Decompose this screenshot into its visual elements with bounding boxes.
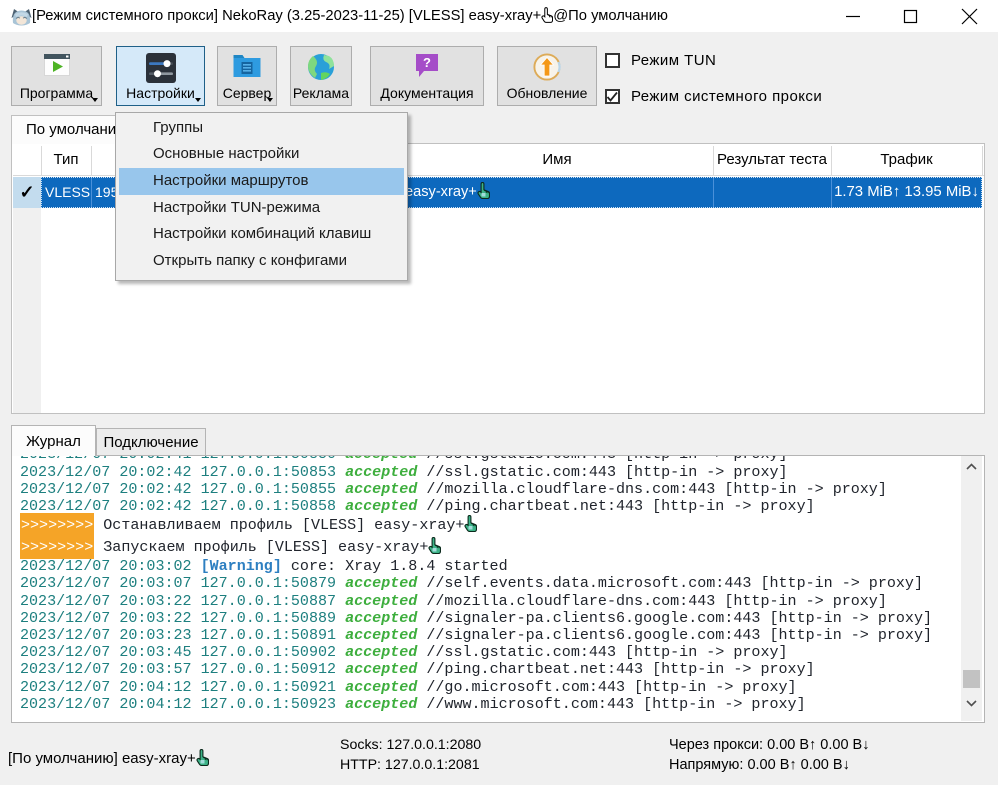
- svg-text:?: ?: [423, 55, 431, 70]
